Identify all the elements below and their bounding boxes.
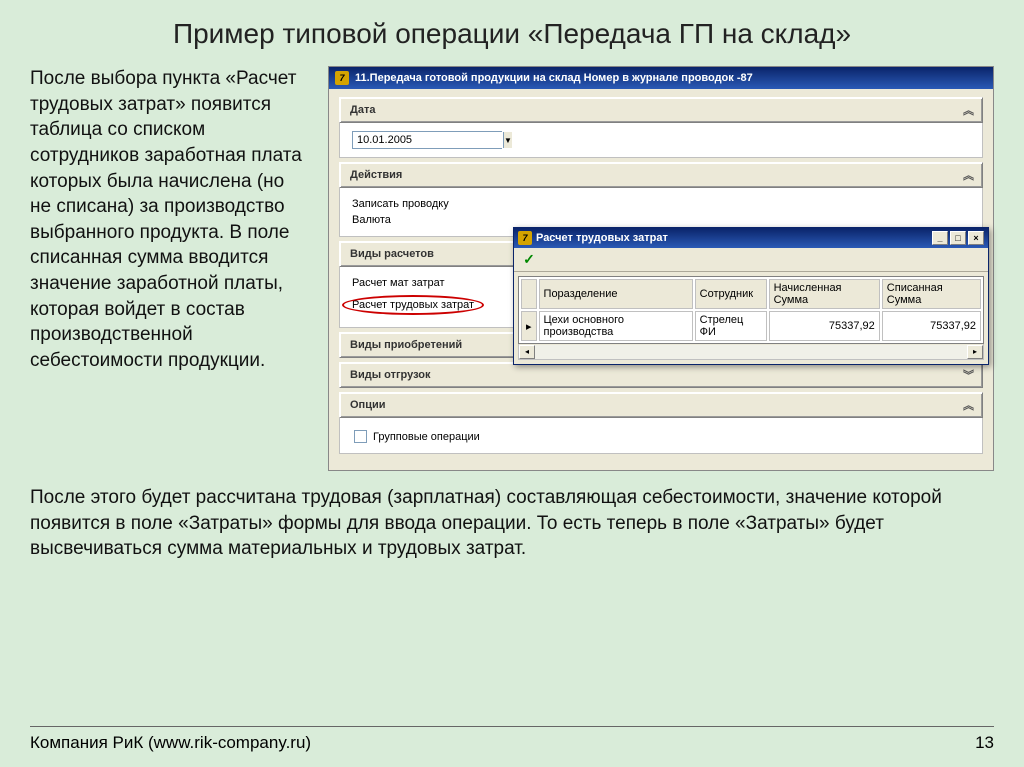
options-label: Опции xyxy=(350,399,386,411)
cell-dept[interactable]: Цехи основного производства xyxy=(539,311,693,341)
group-ops-row[interactable]: Групповые операции xyxy=(352,426,970,445)
date-field[interactable] xyxy=(353,132,503,148)
date-label: Дата xyxy=(350,104,375,116)
acq-types-label: Виды приобретений xyxy=(350,339,462,351)
cell-accrued[interactable]: 75337,92 xyxy=(769,311,880,341)
section-header-ship-types[interactable]: Виды отгрузок ︾ xyxy=(339,362,983,388)
slide-title: Пример типовой операции «Передача ГП на … xyxy=(0,0,1024,58)
section-content-options: Групповые операции xyxy=(339,418,983,454)
date-dropdown-button[interactable]: ▼ xyxy=(503,132,512,148)
date-input[interactable]: ▼ xyxy=(352,131,502,149)
window-buttons: _ □ × xyxy=(932,231,984,245)
ship-types-label: Виды отгрузок xyxy=(350,369,431,381)
collapse-icon: ︽ xyxy=(963,397,972,413)
collapse-icon: ︽ xyxy=(963,167,972,183)
col-accrued[interactable]: Начисленная Сумма xyxy=(769,279,880,309)
minimize-button[interactable]: _ xyxy=(932,231,948,245)
col-emp[interactable]: Сотрудник xyxy=(695,279,767,309)
cell-written[interactable]: 75337,92 xyxy=(882,311,981,341)
bottom-description: После этого будет рассчитана трудовая (з… xyxy=(0,471,1024,570)
close-button[interactable]: × xyxy=(968,231,984,245)
row-indicator-icon: ▸ xyxy=(521,311,537,341)
cell-emp[interactable]: Стрелец ФИ xyxy=(695,311,767,341)
left-description: После выбора пункта «Расчет трудовых зат… xyxy=(30,66,310,471)
collapse-icon: ︽ xyxy=(963,102,972,118)
expand-icon: ︾ xyxy=(963,367,972,383)
check-icon: ✓ xyxy=(523,251,535,268)
labor-costs-grid[interactable]: Поразделение Сотрудник Начисленная Сумма… xyxy=(518,276,984,344)
app-titlebar: 7 11.Передача готовой продукции на склад… xyxy=(329,67,993,89)
popup-toolbar: ✓ xyxy=(514,248,988,272)
footer-company: Компания РиК (www.rik-company.ru) xyxy=(30,733,311,753)
calc-types-label: Виды расчетов xyxy=(350,248,434,260)
content-row: После выбора пункта «Расчет трудовых зат… xyxy=(0,58,1024,471)
action-currency[interactable]: Валюта xyxy=(352,212,970,228)
table-row[interactable]: ▸ Цехи основного производства Стрелец ФИ… xyxy=(521,311,981,341)
section-header-date[interactable]: Дата ︽ xyxy=(339,97,983,123)
slide-footer: Компания РиК (www.rik-company.ru) 13 xyxy=(30,726,994,753)
app-window: 7 11.Передача готовой продукции на склад… xyxy=(328,66,994,471)
group-ops-label: Групповые операции xyxy=(373,431,480,443)
popup-title-text: Расчет трудовых затрат xyxy=(536,232,668,244)
labor-costs-popup: 7 Расчет трудовых затрат _ □ × ✓ Поразде… xyxy=(513,227,989,365)
confirm-button[interactable]: ✓ xyxy=(518,250,540,270)
maximize-button[interactable]: □ xyxy=(950,231,966,245)
grid-scrollbar[interactable]: ◂ ▸ xyxy=(518,344,984,360)
popup-titlebar[interactable]: 7 Расчет трудовых затрат _ □ × xyxy=(514,228,988,248)
app-icon: 7 xyxy=(335,71,349,85)
popup-grid-wrap: Поразделение Сотрудник Начисленная Сумма… xyxy=(514,272,988,364)
app-title-text: 11.Передача готовой продукции на склад Н… xyxy=(355,72,753,84)
section-header-options[interactable]: Опции ︽ xyxy=(339,392,983,418)
col-written[interactable]: Списанная Сумма xyxy=(882,279,981,309)
popup-icon: 7 xyxy=(518,231,532,245)
action-write-entry[interactable]: Записать проводку xyxy=(352,196,970,212)
group-ops-checkbox[interactable] xyxy=(354,430,367,443)
section-header-actions[interactable]: Действия ︽ xyxy=(339,162,983,188)
scroll-right-button[interactable]: ▸ xyxy=(967,345,983,359)
actions-label: Действия xyxy=(350,169,402,181)
grid-indicator-header xyxy=(521,279,537,309)
scroll-left-button[interactable]: ◂ xyxy=(519,345,535,359)
section-content-date: ▼ xyxy=(339,123,983,158)
calc-labor-highlight: Расчет трудовых затрат xyxy=(352,299,474,311)
footer-page-number: 13 xyxy=(975,733,994,753)
col-dept[interactable]: Поразделение xyxy=(539,279,693,309)
scroll-track[interactable] xyxy=(535,345,967,359)
